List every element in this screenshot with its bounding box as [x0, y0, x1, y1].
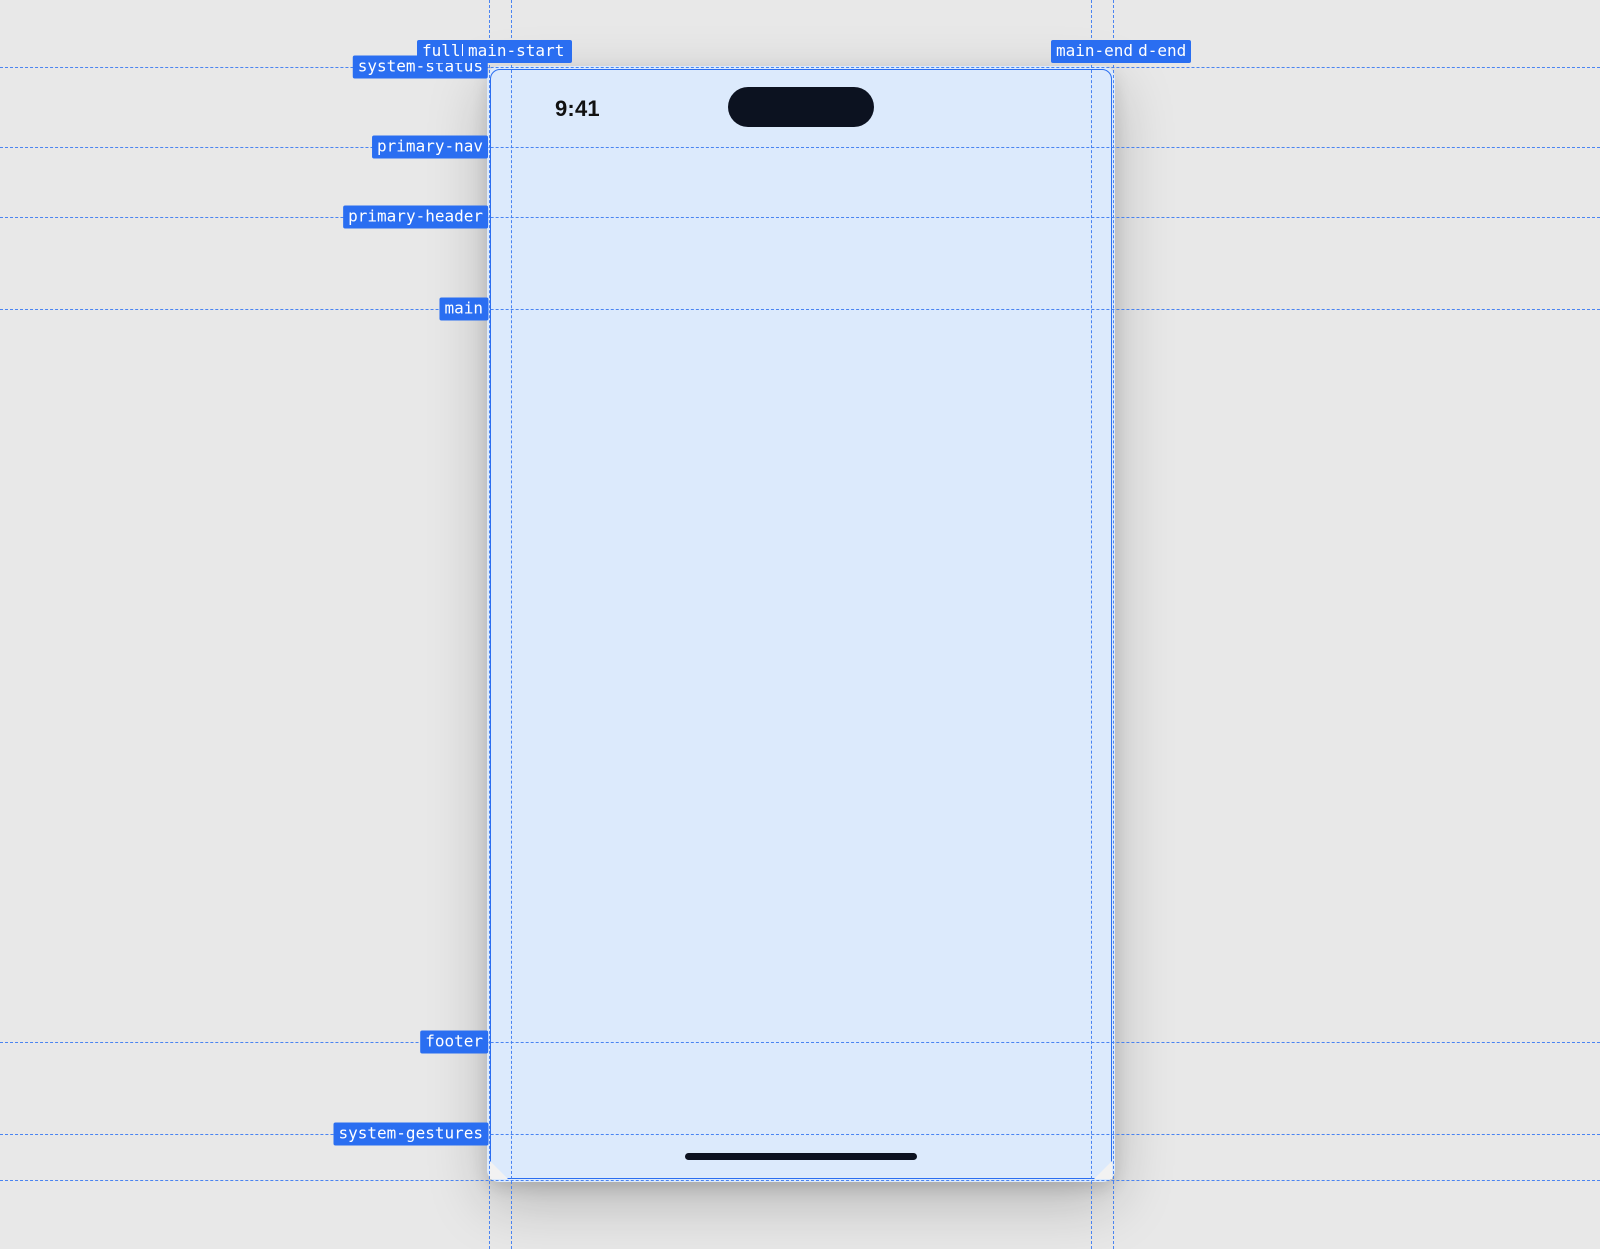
- guide-fullbleed-start: [489, 0, 490, 1249]
- guide-fullbleed-end: [1113, 0, 1114, 1249]
- phone-layout-outline: [490, 69, 1112, 1179]
- corner-bevel-bottom-right: [1094, 1161, 1112, 1179]
- guide-primary-header: [0, 217, 1600, 218]
- guide-system-gestures: [0, 1134, 1600, 1135]
- guide-main: [0, 309, 1600, 310]
- label-main-start: main-start: [463, 40, 569, 63]
- guide-bottom: [0, 1180, 1600, 1181]
- label-primary-nav: primary-nav: [372, 136, 488, 159]
- label-primary-header: primary-header: [343, 206, 488, 229]
- label-system-gestures: system-gestures: [334, 1123, 489, 1146]
- phone-device-frame: 9:41: [487, 66, 1115, 1182]
- status-bar-time: 9:41: [555, 96, 600, 122]
- dynamic-island-icon: [728, 87, 874, 127]
- guide-footer: [0, 1042, 1600, 1043]
- label-main-end: main-end: [1051, 40, 1138, 63]
- label-footer: footer: [420, 1031, 488, 1054]
- home-indicator-icon: [685, 1153, 917, 1160]
- guide-main-end: [1091, 0, 1092, 1249]
- guide-system-status: [0, 67, 1600, 68]
- guide-main-start: [511, 0, 512, 1249]
- corner-bevel-bottom-left: [490, 1161, 508, 1179]
- guide-primary-nav: [0, 147, 1600, 148]
- label-main: main: [439, 298, 488, 321]
